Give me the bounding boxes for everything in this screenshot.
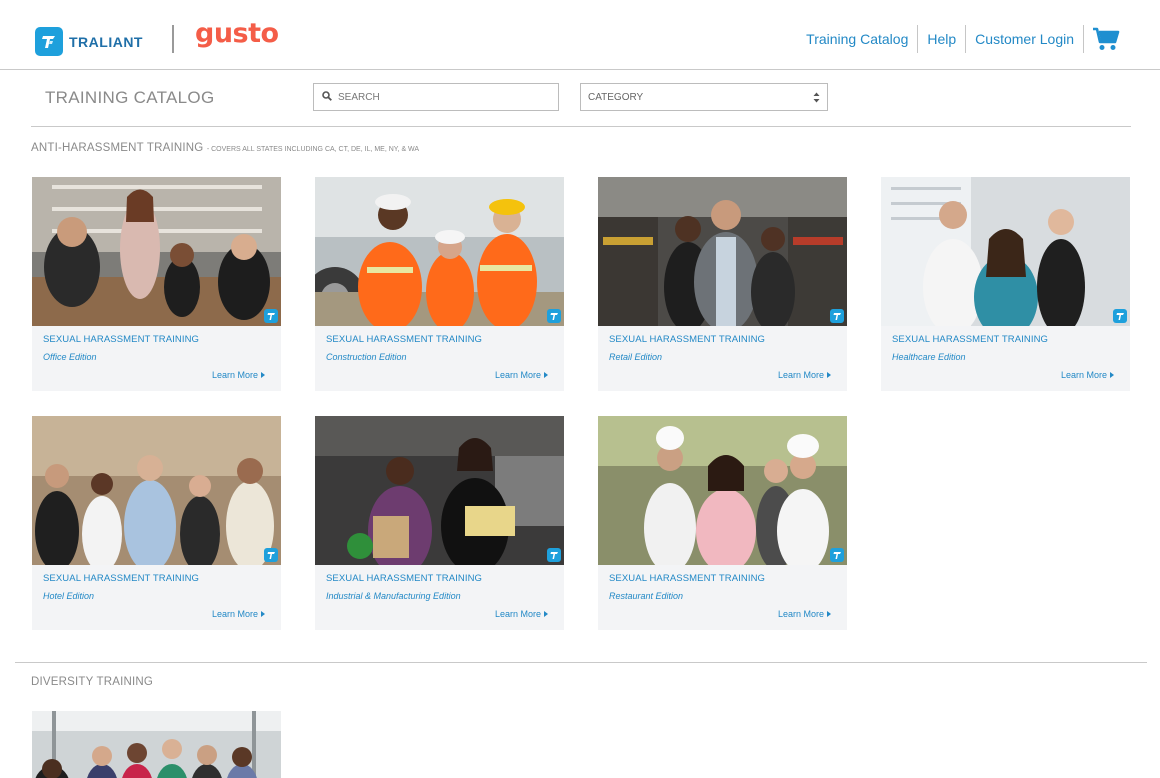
caret-right-icon <box>261 372 265 378</box>
course-edition: Office Edition <box>43 352 97 362</box>
course-title[interactable]: SEXUAL HARASSMENT TRAINING <box>43 573 199 584</box>
course-card[interactable]: SEXUAL HARASSMENT TRAINING Hotel Edition… <box>32 416 281 630</box>
course-title[interactable]: SEXUAL HARASSMENT TRAINING <box>609 573 765 584</box>
traliant-badge-icon <box>547 548 561 562</box>
traliant-logo-text: TRALIANT <box>69 33 143 50</box>
toolbar-divider <box>31 126 1131 127</box>
search-icon <box>322 88 332 106</box>
traliant-badge-icon <box>830 309 844 323</box>
shopping-cart-icon[interactable] <box>1092 25 1120 53</box>
course-card[interactable]: SEXUAL HARASSMENT TRAINING Restaurant Ed… <box>598 416 847 630</box>
caret-right-icon <box>261 611 265 617</box>
course-title[interactable]: SEXUAL HARASSMENT TRAINING <box>326 573 482 584</box>
nav-customer-login[interactable]: Customer Login <box>966 24 1083 54</box>
learn-more-link[interactable]: Learn More <box>212 609 265 619</box>
caret-right-icon <box>1110 372 1114 378</box>
learn-more-label: Learn More <box>777 370 824 380</box>
caret-right-icon <box>544 611 548 617</box>
traliant-badge-icon <box>1113 309 1127 323</box>
course-thumbnail-retail[interactable] <box>598 177 847 326</box>
learn-more-label: Learn More <box>211 370 258 380</box>
section-divider <box>15 662 1147 663</box>
course-thumbnail-office[interactable] <box>32 177 281 326</box>
course-thumbnail-industrial[interactable] <box>315 416 564 565</box>
traliant-logo[interactable]: TRALIANT <box>35 27 143 56</box>
course-thumbnail-diversity[interactable] <box>32 711 281 778</box>
traliant-badge-icon <box>830 548 844 562</box>
select-arrows-icon <box>813 92 820 106</box>
gusto-logo[interactable]: gusto <box>195 18 279 49</box>
caret-right-icon <box>827 611 831 617</box>
course-card[interactable]: SEXUAL HARASSMENT TRAINING Healthcare Ed… <box>881 177 1130 391</box>
learn-more-label: Learn More <box>494 370 541 380</box>
course-card[interactable]: SEXUAL HARASSMENT TRAINING Office Editio… <box>32 177 281 391</box>
course-edition: Restaurant Edition <box>609 591 684 601</box>
learn-more-label: Learn More <box>211 609 258 619</box>
course-card[interactable]: SEXUAL HARASSMENT TRAINING Industrial & … <box>315 416 564 630</box>
learn-more-label: Learn More <box>1060 370 1107 380</box>
course-title[interactable]: SEXUAL HARASSMENT TRAINING <box>609 334 765 345</box>
nav-separator <box>1083 25 1084 53</box>
traliant-badge-icon <box>264 548 278 562</box>
course-thumbnail-healthcare[interactable] <box>881 177 1130 326</box>
learn-more-link[interactable]: Learn More <box>212 370 265 380</box>
site-header: TRALIANT gusto Training Catalog Help Cus… <box>0 0 1160 70</box>
traliant-badge-icon <box>547 309 561 323</box>
learn-more-label: Learn More <box>494 609 541 619</box>
traliant-badge-icon <box>264 309 278 323</box>
caret-right-icon <box>544 372 548 378</box>
traliant-logo-icon <box>35 27 63 56</box>
course-edition: Healthcare Edition <box>892 352 966 362</box>
learn-more-link[interactable]: Learn More <box>778 370 831 380</box>
nav-training-catalog[interactable]: Training Catalog <box>797 24 917 54</box>
learn-more-link[interactable]: Learn More <box>495 370 548 380</box>
course-thumbnail-construction[interactable] <box>315 177 564 326</box>
section-title-text: ANTI-HARASSMENT TRAINING <box>31 142 204 154</box>
course-title[interactable]: SEXUAL HARASSMENT TRAINING <box>892 334 1048 345</box>
section-title-anti-harassment: ANTI-HARASSMENT TRAINING - COVERS ALL ST… <box>31 142 419 154</box>
course-title[interactable]: SEXUAL HARASSMENT TRAINING <box>43 334 199 345</box>
learn-more-link[interactable]: Learn More <box>495 609 548 619</box>
course-edition: Industrial & Manufacturing Edition <box>326 591 461 601</box>
top-nav: Training Catalog Help Customer Login <box>797 24 1120 54</box>
section-title-text: DIVERSITY TRAINING <box>31 676 154 688</box>
category-select-label: CATEGORY <box>588 91 644 103</box>
learn-more-link[interactable]: Learn More <box>1061 370 1114 380</box>
section-title-diversity: DIVERSITY TRAINING <box>31 676 153 688</box>
course-title[interactable]: SEXUAL HARASSMENT TRAINING <box>326 334 482 345</box>
page-title: TRAINING CATALOG <box>45 88 215 107</box>
course-card[interactable]: SEXUAL HARASSMENT TRAINING Construction … <box>315 177 564 391</box>
course-edition: Retail Edition <box>609 352 663 362</box>
learn-more-label: Learn More <box>777 609 824 619</box>
nav-help[interactable]: Help <box>918 24 965 54</box>
search-input[interactable] <box>338 91 538 103</box>
search-field[interactable] <box>313 83 559 111</box>
course-card[interactable]: SEXUAL HARASSMENT TRAINING Retail Editio… <box>598 177 847 391</box>
category-select[interactable]: CATEGORY <box>580 83 828 111</box>
logo-divider <box>172 25 174 53</box>
course-thumbnail-hotel[interactable] <box>32 416 281 565</box>
course-thumbnail-restaurant[interactable] <box>598 416 847 565</box>
caret-right-icon <box>827 372 831 378</box>
course-edition: Hotel Edition <box>43 591 95 601</box>
section-title-note: - COVERS ALL STATES INCLUDING CA, CT, DE… <box>206 146 420 153</box>
learn-more-link[interactable]: Learn More <box>778 609 831 619</box>
course-edition: Construction Edition <box>326 352 407 362</box>
